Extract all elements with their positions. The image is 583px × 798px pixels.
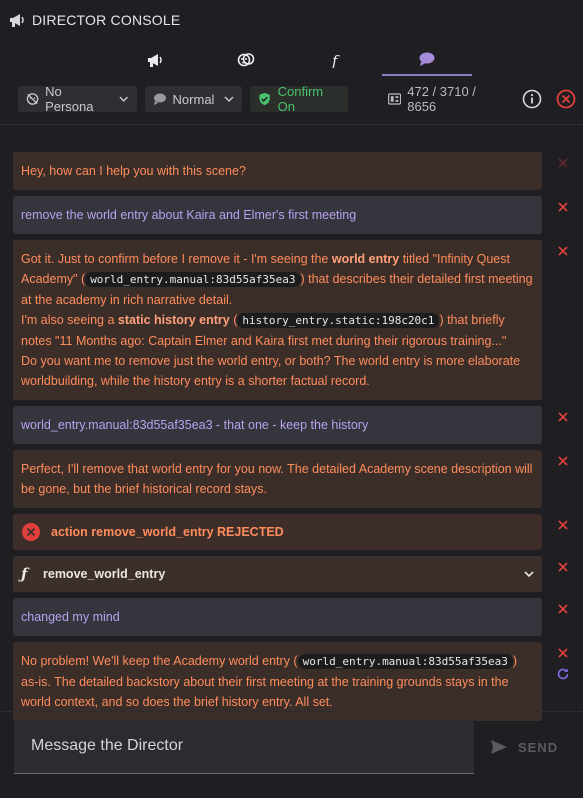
speech-bubble-icon bbox=[153, 93, 166, 105]
theater-masks-icon bbox=[237, 53, 255, 67]
user-message: remove the world entry about Kaira and E… bbox=[13, 196, 573, 234]
message-text: Hey, how can I help you with this scene? bbox=[13, 152, 542, 190]
svg-text:f: f bbox=[331, 52, 340, 68]
function-icon: f bbox=[331, 52, 340, 68]
entry-id-code: world_entry.manual:83d55af35ea3 bbox=[297, 654, 513, 669]
delete-message-icon[interactable] bbox=[556, 200, 570, 214]
delete-message-icon[interactable] bbox=[556, 646, 570, 660]
message-text: Perfect, I'll remove that world entry fo… bbox=[13, 450, 542, 508]
director-message: Got it. Just to confirm before I remove … bbox=[13, 240, 573, 400]
tab-characters[interactable] bbox=[201, 44, 292, 76]
entry-id-code: history_entry.static:198c20c1 bbox=[237, 313, 440, 328]
confirm-toggle[interactable]: Confirm On bbox=[250, 84, 349, 114]
delete-message-icon[interactable] bbox=[556, 518, 570, 532]
delete-message-icon[interactable] bbox=[556, 410, 570, 424]
delete-message-icon[interactable] bbox=[556, 156, 570, 170]
function-name: remove_world_entry bbox=[43, 567, 166, 581]
user-message: changed my mind bbox=[13, 598, 573, 636]
function-icon: ƒ bbox=[21, 565, 28, 583]
confirm-label: Confirm On bbox=[277, 84, 324, 114]
mode-dropdown[interactable]: Normal bbox=[144, 86, 243, 112]
message-text: remove the world entry about Kaira and E… bbox=[13, 196, 542, 234]
message-input-placeholder: Message the Director bbox=[31, 737, 184, 754]
persona-dropdown[interactable]: No Persona bbox=[18, 84, 137, 114]
mode-label: Normal bbox=[172, 91, 215, 107]
delete-message-icon[interactable] bbox=[556, 244, 570, 258]
message-list: Hey, how can I help you with this scene?… bbox=[13, 152, 573, 727]
close-circle-icon bbox=[556, 89, 575, 109]
message-text: world_entry.manual:83d55af35ea3 - that o… bbox=[13, 406, 542, 444]
message-input[interactable]: Message the Director bbox=[14, 719, 474, 774]
token-stats-value: 472 / 3710 / 8656 bbox=[407, 84, 476, 114]
delete-message-icon[interactable] bbox=[556, 454, 570, 468]
regenerate-icon[interactable] bbox=[556, 667, 570, 681]
toolbar: No Persona Normal Confirm On 472 / 3710 … bbox=[18, 84, 576, 114]
console-title: DIRECTOR CONSOLE bbox=[32, 12, 181, 28]
message-text: No problem! We'll keep the Academy world… bbox=[13, 642, 542, 721]
action-rejected-message: action remove_world_entry REJECTED bbox=[13, 514, 573, 550]
tab-chat[interactable] bbox=[381, 44, 472, 76]
delete-message-icon[interactable] bbox=[556, 602, 570, 616]
counter-icon bbox=[388, 93, 402, 105]
mask-icon bbox=[26, 93, 39, 105]
message-text: Got it. Just to confirm before I remove … bbox=[13, 240, 542, 400]
director-message: Perfect, I'll remove that world entry fo… bbox=[13, 450, 573, 508]
chevron-down-icon bbox=[119, 96, 129, 102]
megaphone-icon bbox=[148, 54, 162, 67]
delete-message-icon[interactable] bbox=[556, 560, 570, 574]
send-button[interactable]: SEND bbox=[490, 736, 558, 758]
user-message: world_entry.manual:83d55af35ea3 - that o… bbox=[13, 406, 573, 444]
tab-functions[interactable]: f bbox=[291, 44, 382, 76]
token-stats: 472 / 3710 / 8656 bbox=[388, 84, 502, 114]
shield-check-icon bbox=[259, 92, 271, 106]
action-status-text: action remove_world_entry REJECTED bbox=[51, 525, 284, 539]
send-label: SEND bbox=[518, 739, 559, 755]
tab-bar: f bbox=[110, 44, 472, 76]
chat-bubble-icon bbox=[419, 52, 435, 66]
highlight: static history entry bbox=[117, 313, 230, 327]
message-text: changed my mind bbox=[13, 598, 542, 636]
send-icon bbox=[491, 740, 507, 754]
info-button[interactable] bbox=[521, 88, 542, 110]
megaphone-icon bbox=[10, 14, 24, 27]
action-status: action remove_world_entry REJECTED bbox=[13, 514, 542, 550]
chevron-down-icon bbox=[224, 96, 234, 103]
header-divider bbox=[0, 124, 583, 125]
function-call-message: ƒ remove_world_entry bbox=[13, 556, 573, 592]
input-divider bbox=[0, 711, 583, 712]
rejected-icon bbox=[22, 523, 40, 541]
info-icon bbox=[522, 89, 542, 109]
director-message: No problem! We'll keep the Academy world… bbox=[13, 642, 573, 721]
director-message: Hey, how can I help you with this scene? bbox=[13, 152, 573, 190]
console-header: DIRECTOR CONSOLE bbox=[8, 10, 180, 30]
close-console-button[interactable] bbox=[555, 88, 576, 110]
chevron-down-icon bbox=[524, 571, 534, 578]
entry-id-code: world_entry.manual:83d55af35ea3 bbox=[85, 272, 301, 287]
function-call-toggle[interactable]: ƒ remove_world_entry bbox=[13, 556, 542, 592]
tab-narrator[interactable] bbox=[110, 44, 201, 76]
highlight: world entry bbox=[331, 252, 400, 266]
persona-label: No Persona bbox=[45, 84, 94, 114]
